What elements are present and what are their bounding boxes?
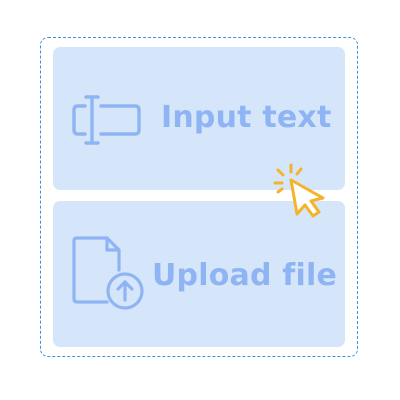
upload-file-label: Upload file — [152, 258, 338, 293]
input-text-label: Input text — [161, 100, 332, 135]
file-upload-icon — [71, 236, 147, 317]
click-pointer-icon — [270, 162, 330, 227]
input-method-selector: Input text Upload file — [0, 0, 400, 400]
text-input-icon — [71, 92, 143, 153]
